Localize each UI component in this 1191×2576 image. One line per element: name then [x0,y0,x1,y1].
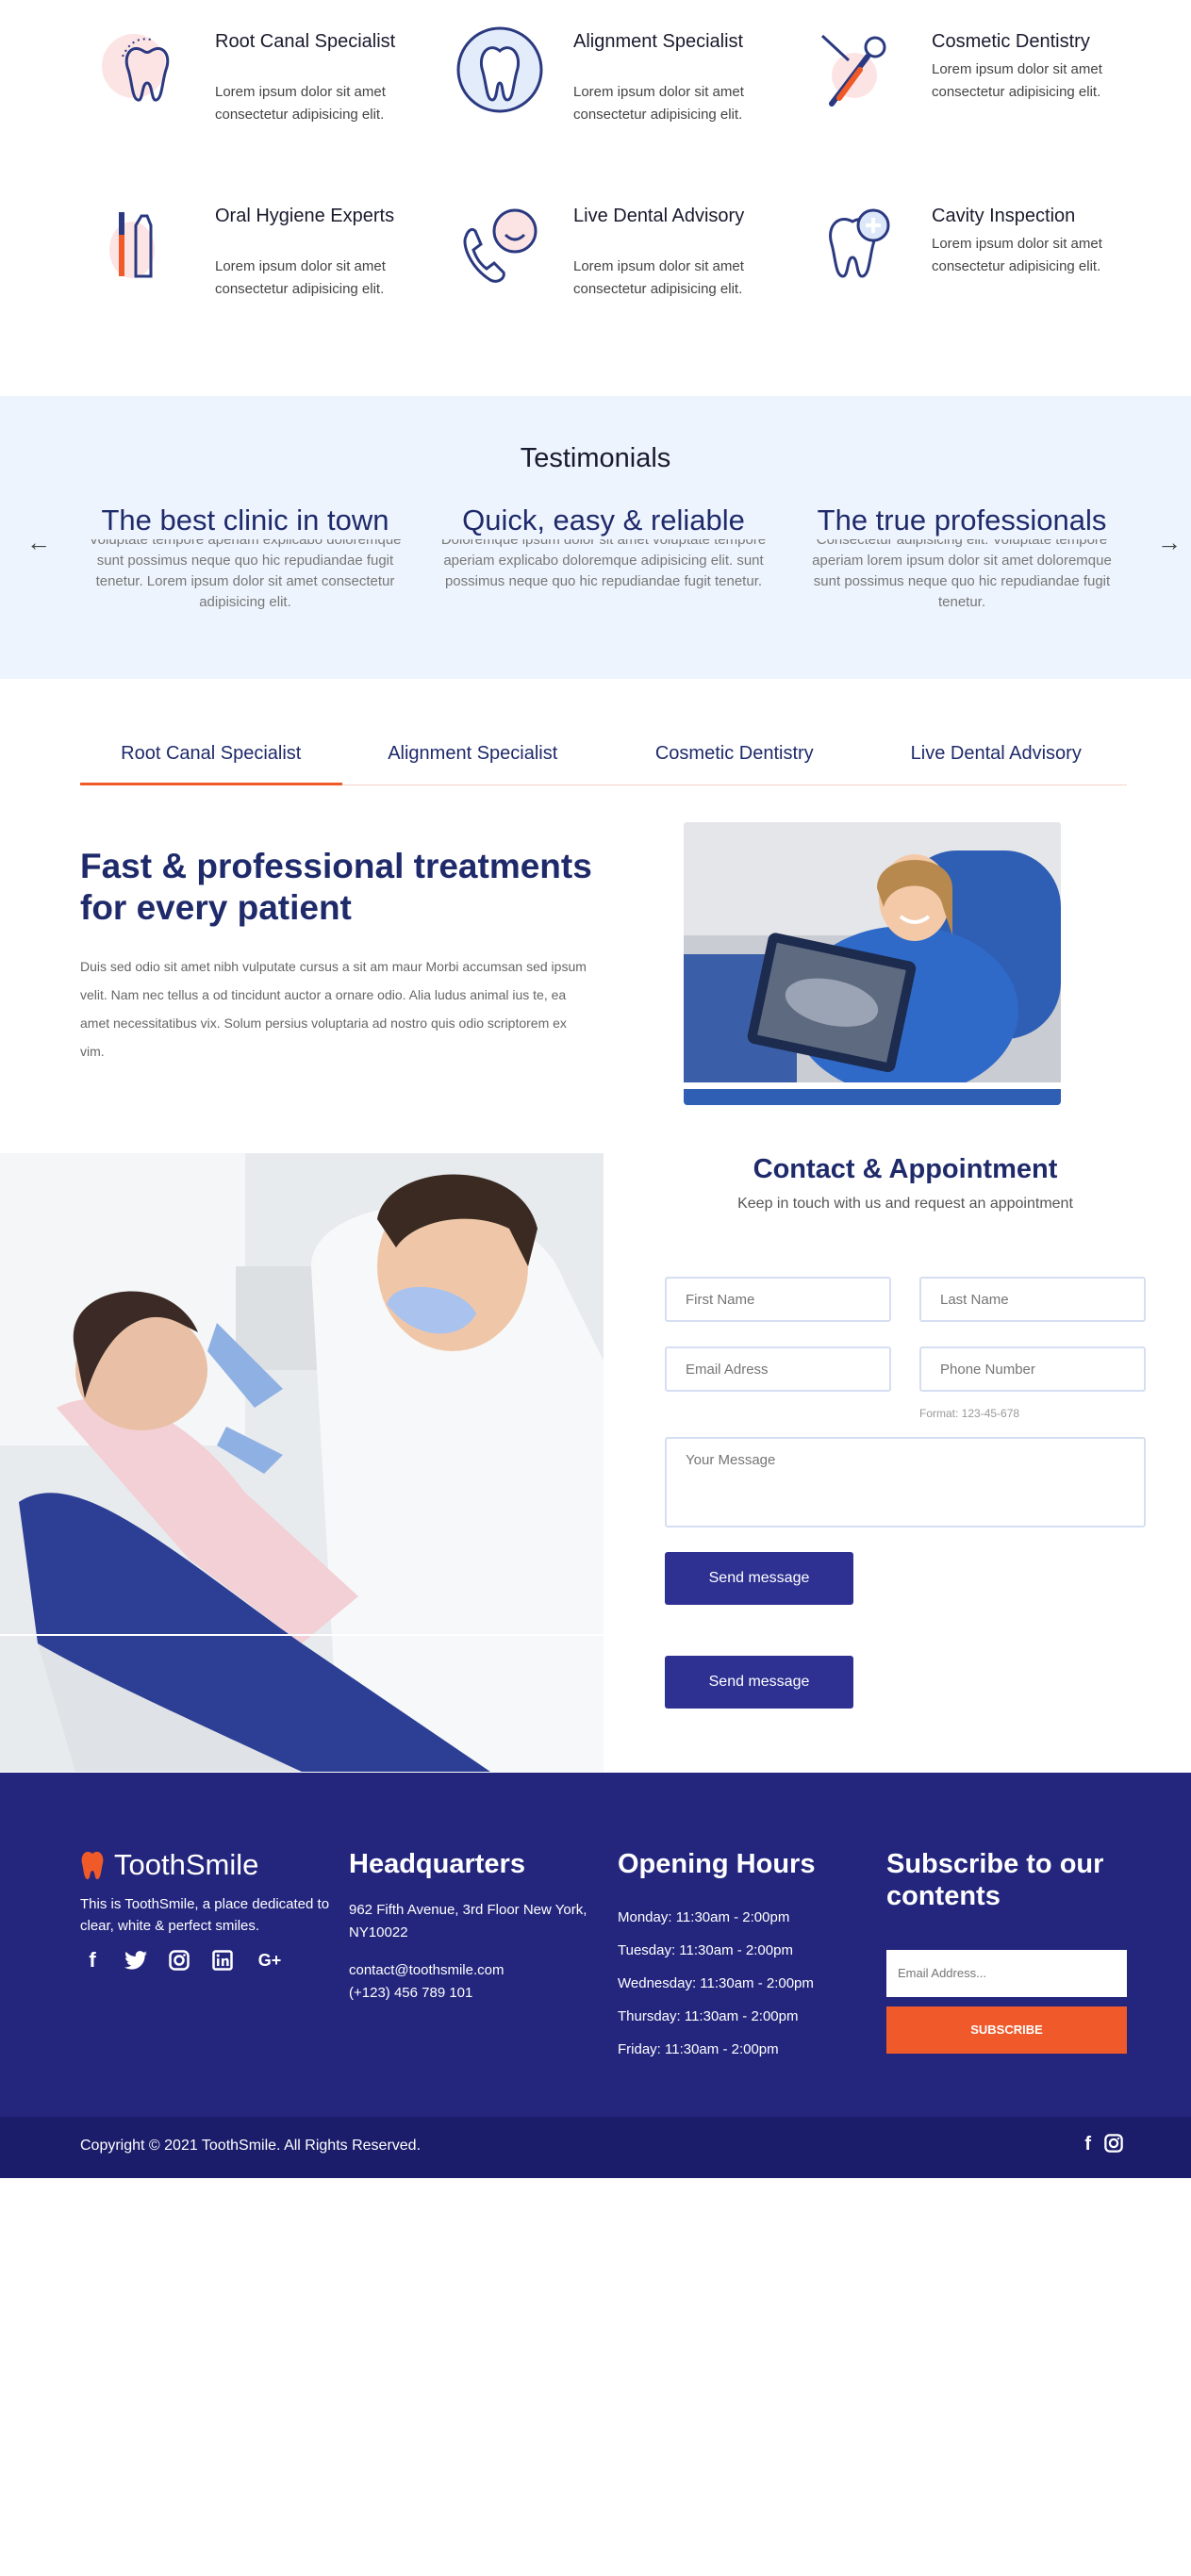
tooth-alignment-icon [456,26,543,113]
message-textarea[interactable] [665,1437,1146,1527]
testimonial-title: The true professionals [817,504,1107,537]
hours-monday: Monday: 11:30am - 2:00pm [618,1909,790,1925]
send-message-button[interactable]: Send message [665,1552,853,1605]
service-root-canal[interactable]: Root Canal Specialist Lorem ipsum dolor … [94,9,434,160]
dentist-photo [0,1153,604,1772]
tooth-plus-icon [829,208,890,278]
footer-subscribe-col: Subscribe to our contents [886,1848,1141,1912]
testimonial-text-wrap: Doloremque ipsum dolor sit amet voluptat… [438,539,769,626]
service-oral-hygiene[interactable]: Oral Hygiene Experts Lorem ipsum dolor s… [94,184,434,335]
service-alignment[interactable]: Alignment Specialist Lorem ipsum dolor s… [453,9,792,160]
facebook-icon[interactable]: f [1084,2134,1091,2158]
prev-arrow-icon[interactable]: ← [26,528,51,557]
testimonial-text: Consectetur adipisicing elit. Voluptate … [812,539,1112,610]
send-message-button-secondary[interactable]: Send message [665,1656,853,1709]
next-arrow-icon[interactable]: → [1157,528,1182,557]
testimonial-text-wrap: Consectetur adipisicing elit. Voluptate … [797,539,1127,626]
instagram-icon[interactable] [1104,2134,1123,2158]
service-desc: Lorem ipsum dolor sit amet consectetur a… [932,236,1102,274]
testimonial-card: The best clinic in town Voluptate tempor… [80,504,410,617]
last-name-input[interactable] [919,1277,1146,1322]
dental-tools-icon [820,34,886,107]
service-title: Alignment Specialist [573,31,744,52]
email-input[interactable] [665,1346,891,1392]
twitter-icon[interactable] [124,1948,148,1973]
hq-phone[interactable]: (+123) 456 789 101 [349,1982,604,2005]
subscribe-title: Subscribe to our contents [886,1849,1104,1911]
testimonial-card: Quick, easy & reliable Doloremque ipsum … [438,504,769,617]
hours-title: Opening Hours [618,1849,816,1879]
specialty-tabs: Root Canal Specialist Alignment Speciali… [80,734,1127,785]
brand-name: ToothSmile [114,1848,259,1881]
footer-hq-col: Headquarters 962 Fifth Avenue, 3rd Floor… [349,1848,604,2005]
testimonial-title: Quick, easy & reliable [462,504,745,537]
service-cosmetic[interactable]: Cosmetic Dentistry Lorem ipsum dolor sit… [811,9,1150,160]
footer-bottom-bar: Copyright © 2021 ToothSmile. All Rights … [0,2117,1191,2178]
service-desc: Lorem ipsum dolor sit amet consectetur a… [932,61,1102,100]
root-canal-icon [102,34,170,102]
testimonial-text: Doloremque ipsum dolor sit amet voluptat… [440,539,767,589]
subscribe-button[interactable]: SUBSCRIBE [886,2006,1127,2054]
hours-tuesday: Tuesday: 11:30am - 2:00pm [618,1942,793,1958]
service-title: Root Canal Specialist [215,31,396,52]
testimonial-card: The true professionals Consectetur adipi… [797,504,1127,617]
copyright-text: Copyright © 2021 ToothSmile. All Rights … [80,2138,422,2154]
brand-about: This is ToothSmile, a place dedicated to… [80,1896,330,1934]
hq-address: 962 Fifth Avenue, 3rd Floor New York, NY… [349,1902,587,1940]
service-cavity[interactable]: Cavity Inspection Lorem ipsum dolor sit … [811,184,1150,335]
service-advisory[interactable]: Live Dental Advisory Lorem ipsum dolor s… [453,184,792,335]
toothbrush-icon [109,212,155,278]
service-desc: Lorem ipsum dolor sit amet consectetur a… [573,258,744,297]
footer-hours-col: Opening Hours Monday: 11:30am - 2:00pm T… [618,1848,872,2066]
hq-title: Headquarters [349,1849,525,1879]
instagram-icon[interactable] [167,1948,191,1973]
testimonials-heading: Testimonials [520,443,671,473]
linkedin-icon[interactable] [210,1948,235,1973]
service-title: Cavity Inspection [932,206,1076,226]
subscribe-email-input[interactable] [886,1950,1127,1997]
footer-brand-col: ToothSmile This is ToothSmile, a place d… [80,1848,335,1973]
feature-title: Fast & professional treatments for every… [80,847,592,927]
contact-title: Contact & Appointment [753,1154,1058,1184]
phone-advisory-icon [463,208,538,283]
hq-email[interactable]: contact@toothsmile.com [349,1959,604,1982]
services-section: Root Canal Specialist Lorem ipsum dolor … [0,0,1191,396]
service-title: Oral Hygiene Experts [215,206,395,226]
hours-friday: Friday: 11:30am - 2:00pm [618,2041,779,2057]
tab-cosmetic[interactable]: Cosmetic Dentistry [604,734,866,784]
bottom-social-links: f [1084,2134,1123,2158]
testimonial-text: Voluptate tempore aperiam explicabo dolo… [89,539,402,610]
facebook-icon[interactable]: f [80,1948,105,1973]
google-plus-icon[interactable]: G+ [254,1948,286,1973]
tooth-logo-icon [81,1851,104,1879]
patient-photo [684,822,1061,1105]
testimonials-section: Testimonials ← → The best clinic in town… [0,396,1191,679]
first-name-input[interactable] [665,1277,891,1322]
service-desc: Lorem ipsum dolor sit amet consectetur a… [215,258,386,297]
phone-format-hint: Format: 123-45-678 [919,1407,1020,1420]
social-links: f G+ [80,1948,335,1973]
tab-alignment[interactable]: Alignment Specialist [342,734,604,784]
brand-logo[interactable]: ToothSmile [80,1848,335,1882]
patient-photo-image [684,822,1061,1105]
tab-live-advisory[interactable]: Live Dental Advisory [866,734,1128,784]
testimonial-text-wrap: Voluptate tempore aperiam explicabo dolo… [80,539,410,626]
footer: ToothSmile This is ToothSmile, a place d… [0,1773,1191,2117]
hours-thursday: Thursday: 11:30am - 2:00pm [618,2008,799,2024]
service-title: Cosmetic Dentistry [932,31,1090,52]
contact-subtitle: Keep in touch with us and request an app… [737,1196,1073,1212]
phone-input[interactable] [919,1346,1146,1392]
dentist-photo-image [0,1153,604,1772]
service-desc: Lorem ipsum dolor sit amet consectetur a… [215,84,386,123]
feature-text: Duis sed odio sit amet nibh vulputate cu… [80,959,587,1059]
tab-root-canal[interactable]: Root Canal Specialist [80,734,342,785]
service-desc: Lorem ipsum dolor sit amet consectetur a… [573,84,744,123]
service-title: Live Dental Advisory [573,206,745,226]
hours-wednesday: Wednesday: 11:30am - 2:00pm [618,1975,814,1991]
testimonial-title: The best clinic in town [101,504,389,537]
